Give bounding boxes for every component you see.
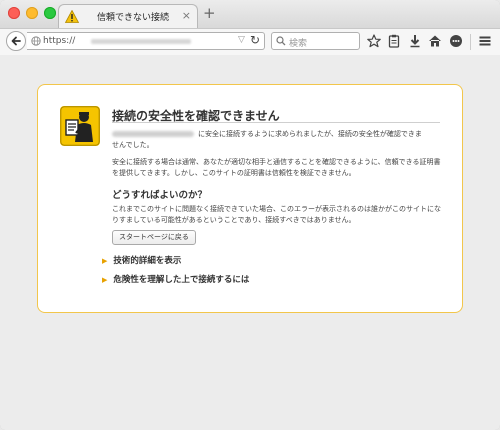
understand-risks-expander[interactable]: ▶ 危険性を理解した上で接続するには: [102, 273, 249, 285]
search-icon: [276, 36, 286, 46]
toolbar-separator: [470, 34, 471, 50]
title-bar: 信頼できない接続 × +: [0, 0, 500, 29]
close-tab-button[interactable]: ×: [182, 9, 191, 22]
url-bar[interactable]: https:// ▽ ↻: [27, 32, 265, 50]
close-window-button[interactable]: [8, 7, 20, 19]
back-button[interactable]: [6, 31, 26, 51]
download-icon[interactable]: [408, 34, 422, 48]
search-bar[interactable]: 検索: [271, 32, 360, 50]
bookmark-star-icon[interactable]: [367, 34, 381, 48]
intro-text-line1: に安全に接続するように求められましたが、接続の安全性が確認できま: [198, 130, 422, 138]
url-redacted: [91, 39, 191, 44]
error-card: 接続の安全性を確認できません に安全に接続するように求められましたが、接続の安全…: [37, 84, 463, 313]
site-name-redacted: [112, 131, 194, 137]
title-divider: [112, 122, 440, 123]
globe-icon[interactable]: [31, 36, 41, 46]
chat-icon[interactable]: [449, 34, 463, 48]
reload-icon[interactable]: ↻: [250, 33, 260, 47]
go-to-start-page-button[interactable]: スタートページに戻る: [112, 230, 196, 245]
browser-window: 信頼できない接続 × + https:// ▽ ↻ 検索 接続の安全性を確認でき…: [0, 0, 500, 430]
advice-text: これまでこのサイトに問題なく接続できていた場合、このエラーが表示されるのは誰かが…: [112, 205, 441, 224]
tab-untrusted-connection[interactable]: 信頼できない接続 ×: [58, 4, 198, 29]
expand-arrow-icon: ▶: [102, 257, 108, 265]
page-content: 接続の安全性を確認できません に安全に接続するように求められましたが、接続の安全…: [0, 55, 500, 430]
warning-icon: [65, 10, 79, 23]
understand-risks-label: 危険性を理解した上で接続するには: [113, 275, 250, 285]
maximize-window-button[interactable]: [44, 7, 56, 19]
navigation-toolbar: https:// ▽ ↻ 検索: [0, 28, 500, 56]
home-icon[interactable]: [428, 34, 442, 48]
tab-title: 信頼できない接続: [97, 13, 170, 23]
technical-details-label: 技術的詳細を表示: [113, 256, 182, 266]
technical-details-expander[interactable]: ▶ 技術的詳細を表示: [102, 254, 181, 266]
minimize-window-button[interactable]: [26, 7, 38, 19]
new-tab-button[interactable]: +: [203, 6, 216, 21]
reading-list-icon[interactable]: [387, 34, 401, 48]
explanation-text: 安全に接続する場合は通常、あなたが適切な相手と通信することを確認できるように、信…: [112, 158, 441, 177]
expand-arrow-icon: ▶: [102, 276, 108, 284]
url-text: https://: [43, 36, 76, 46]
security-officer-icon: [60, 106, 100, 146]
url-dropdown-icon[interactable]: ▽: [238, 35, 245, 45]
intro-text-line2: せんでした。: [112, 141, 154, 149]
menu-icon[interactable]: [478, 34, 492, 48]
arrow-left-icon: [11, 36, 21, 46]
search-input[interactable]: 検索: [289, 36, 307, 49]
what-to-do-heading: どうすればよいのか？: [112, 190, 208, 201]
